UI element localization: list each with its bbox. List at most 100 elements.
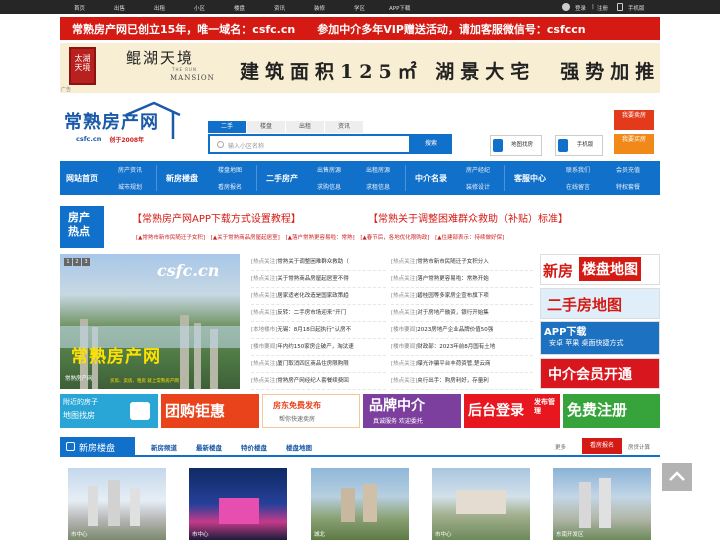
property-thumbnail[interactable]: 城北: [311, 468, 409, 540]
landlord-post-ad[interactable]: 房东免费发布 帮你快速卖房: [262, 394, 360, 428]
nav-visit-signup[interactable]: 看房报名: [218, 182, 242, 191]
tab-newhome-channel[interactable]: 新房频道: [151, 442, 177, 452]
topnav-decor[interactable]: 装修: [314, 4, 325, 12]
tab-rent[interactable]: 出租: [286, 121, 324, 133]
nav-planning[interactable]: 城市规划: [118, 182, 142, 191]
list-item[interactable]: [热点关注]关于常熟商品房屋起居室不得: [251, 271, 386, 288]
topnav-newhomes[interactable]: 楼盘: [234, 4, 245, 12]
list-item[interactable]: [楼市要闻]年内约150家房企破产，淘汰速: [251, 339, 386, 356]
nav-packages[interactable]: 特权套餐: [616, 182, 640, 191]
newhome-map-ad[interactable]: 新房 楼盘地图: [540, 254, 660, 285]
nav-rent-wanted[interactable]: 求租信息: [366, 182, 390, 191]
hot-link[interactable]: [▲住建部表示：持续做好保]: [435, 235, 504, 241]
free-register-ad[interactable]: 免费注册: [563, 394, 660, 428]
map-search-button[interactable]: 地图找房: [490, 135, 542, 156]
nearby-map-ad[interactable]: 附近的房子 地图找房: [60, 394, 158, 428]
list-item[interactable]: [热点关注]央行出手：购房利好，存量利: [391, 373, 533, 390]
list-item[interactable]: [热点关注]厦门取消四区商品住房限购限: [251, 356, 386, 373]
register-link[interactable]: 注册: [597, 4, 608, 12]
nav-news[interactable]: 房产资讯: [118, 165, 142, 174]
list-item[interactable]: [热点关注]常熟房产网经纪人套餐续费回: [251, 373, 386, 390]
topnav-app[interactable]: APP下载: [389, 4, 410, 12]
topnav-community[interactable]: 小区: [194, 4, 205, 12]
slider-dot[interactable]: 2: [73, 258, 81, 266]
list-item[interactable]: [本地楼市]无锡：8月18日起执行“认房不: [251, 322, 386, 339]
app-download-ad[interactable]: APP下载 安卓 苹果 桌面快捷方式: [540, 321, 660, 355]
nav-map[interactable]: 楼盘地图: [218, 165, 242, 174]
back-to-top-button[interactable]: [662, 463, 692, 491]
nav-message[interactable]: 在线留言: [566, 182, 590, 191]
nav-wanted[interactable]: 求购信息: [317, 182, 341, 191]
section-title-text: 新房楼盘: [79, 444, 116, 454]
buy-house-button[interactable]: 我要买房: [614, 134, 654, 154]
nav-agents[interactable]: 中介名录: [415, 173, 447, 184]
list-item[interactable]: [热点关注]碧桂园等多家房企宣布旗下项: [391, 288, 533, 305]
search-button[interactable]: 搜索: [410, 134, 452, 154]
advertisement-banner[interactable]: 太湖天境 鲲湖天境 THE RUN MANSION 建筑面积125㎡ 湖景大宅 …: [60, 43, 660, 93]
property-thumbnail[interactable]: 市中心: [68, 468, 166, 540]
slider-dot[interactable]: 3: [82, 258, 90, 266]
hot-link[interactable]: [▲关于常熟商品房屋起居室]: [211, 235, 280, 241]
hot-headline-1[interactable]: 【常熟房产网APP下载方式设置教程】: [132, 210, 301, 225]
list-item[interactable]: [热点关注]居家适老化改造是国家政策趋: [251, 288, 386, 305]
list-item[interactable]: [热点关注]曝光诈骗平台丰荷资管,楚云商: [391, 356, 533, 373]
hot-headline-2[interactable]: 【常熟关于调整困难群众救助（补贴）标准】: [368, 210, 568, 225]
mobile-version-button[interactable]: 手机版: [555, 135, 603, 156]
announcement-banner[interactable]: 常熟房产网已创立15年，唯一域名：csfc.cn 参加中介多年VIP赠送活动，请…: [60, 17, 660, 40]
nav-brokers[interactable]: 房产经纪: [466, 165, 490, 174]
list-item[interactable]: [楼市要闻]2023房地产企业品牌价值50强: [391, 322, 533, 339]
hot-link[interactable]: [▲常熟市新市民随迁子女积]: [136, 235, 205, 241]
topnav-school[interactable]: 学区: [354, 4, 365, 12]
news-list-left: [热点关注]常熟关于调整困难群众救助（ [热点关注]关于常熟商品房屋起居室不得 …: [251, 254, 386, 390]
list-item[interactable]: [热点关注]反转：二手房市场迎来“开门: [251, 305, 386, 322]
property-thumbnail[interactable]: 东南开发区: [553, 468, 651, 540]
list-item[interactable]: [热点关注]常熟市新市民随迁子女积分入: [391, 254, 533, 271]
backend-login-ad[interactable]: 后台登录 发布管理: [464, 394, 560, 428]
tab-newhomes[interactable]: 楼盘: [247, 121, 285, 133]
news-tag: [热点关注]: [391, 259, 418, 265]
more-link[interactable]: 更多: [555, 443, 566, 451]
list-item[interactable]: [楼市要闻]财政部：2023年前8月国有土地: [391, 339, 533, 356]
sell-house-button[interactable]: 我要卖房: [614, 110, 654, 130]
visit-signup-button[interactable]: 看房报名: [582, 438, 622, 454]
hot-link[interactable]: [▲春节后，各地优化限购政]: [360, 235, 429, 241]
list-item[interactable]: [热点关注]常熟关于调整困难群众救助（: [251, 254, 386, 271]
property-thumbnail[interactable]: 市中心: [189, 468, 287, 540]
nav-rent-listings[interactable]: 出租房源: [366, 165, 390, 174]
agent-member-ad[interactable]: 中介会员开通: [540, 358, 660, 389]
topnav-news[interactable]: 资讯: [274, 4, 285, 12]
tab-news[interactable]: 资讯: [325, 121, 363, 133]
nav-contact[interactable]: 联系我们: [566, 165, 590, 174]
brand-agent-ad[interactable]: 品牌中介 真诚服务 欢迎委托: [363, 394, 461, 428]
search-input[interactable]: 输入小区名称: [208, 134, 411, 154]
nav-service[interactable]: 客服中心: [514, 173, 546, 184]
mobile-link[interactable]: 手机版: [628, 4, 645, 12]
group-buy-ad[interactable]: 团购钜惠: [161, 394, 259, 428]
tab-latest[interactable]: 最新楼盘: [196, 442, 222, 452]
tab-map[interactable]: 楼盘地图: [286, 442, 312, 452]
nav-secondhand[interactable]: 二手房产: [266, 173, 298, 184]
property-thumbnail[interactable]: 市中心: [432, 468, 530, 540]
ad-project-sub: THE RUN: [172, 67, 197, 72]
list-item[interactable]: [热点关注]对于房地产融资，银行开始集: [391, 305, 533, 322]
list-item[interactable]: [热点关注]落户常熟更容易啦：常熟开始: [391, 271, 533, 288]
topnav-home[interactable]: 首页: [74, 4, 85, 12]
nav-newhomes[interactable]: 新房楼盘: [166, 173, 198, 184]
nav-design[interactable]: 装修设计: [466, 182, 490, 191]
nav-home[interactable]: 网站首页: [66, 173, 98, 184]
nav-recharge[interactable]: 会员充值: [616, 165, 640, 174]
esf-map-ad[interactable]: 二手房地图: [540, 288, 660, 319]
photo-slider[interactable]: csfc.cn 常熟房产网 常熟房产网 买房、卖房、租房 就上常熟房产网: [60, 254, 240, 389]
tab-secondhand[interactable]: 二手: [208, 121, 246, 133]
hot-link[interactable]: [▲落户常熟更容易啦：常熟]: [286, 235, 355, 241]
login-link[interactable]: 登录: [575, 4, 586, 12]
topnav-sale[interactable]: 出售: [114, 4, 125, 12]
nav-sale-listings[interactable]: 出售房源: [317, 165, 341, 174]
tab-discount[interactable]: 特价楼盘: [241, 442, 267, 452]
news-title: 落户常熟更容易啦：常熟开始: [417, 276, 489, 282]
slider-dot[interactable]: 1: [64, 258, 72, 266]
loan-calculator-link[interactable]: 房贷计算: [628, 443, 650, 451]
thumbnail-caption: 市中心: [71, 532, 88, 538]
topnav-rent[interactable]: 出租: [154, 4, 165, 12]
site-logo[interactable]: 常熟房产网 csfc.cn 创于2008年: [64, 101, 181, 144]
